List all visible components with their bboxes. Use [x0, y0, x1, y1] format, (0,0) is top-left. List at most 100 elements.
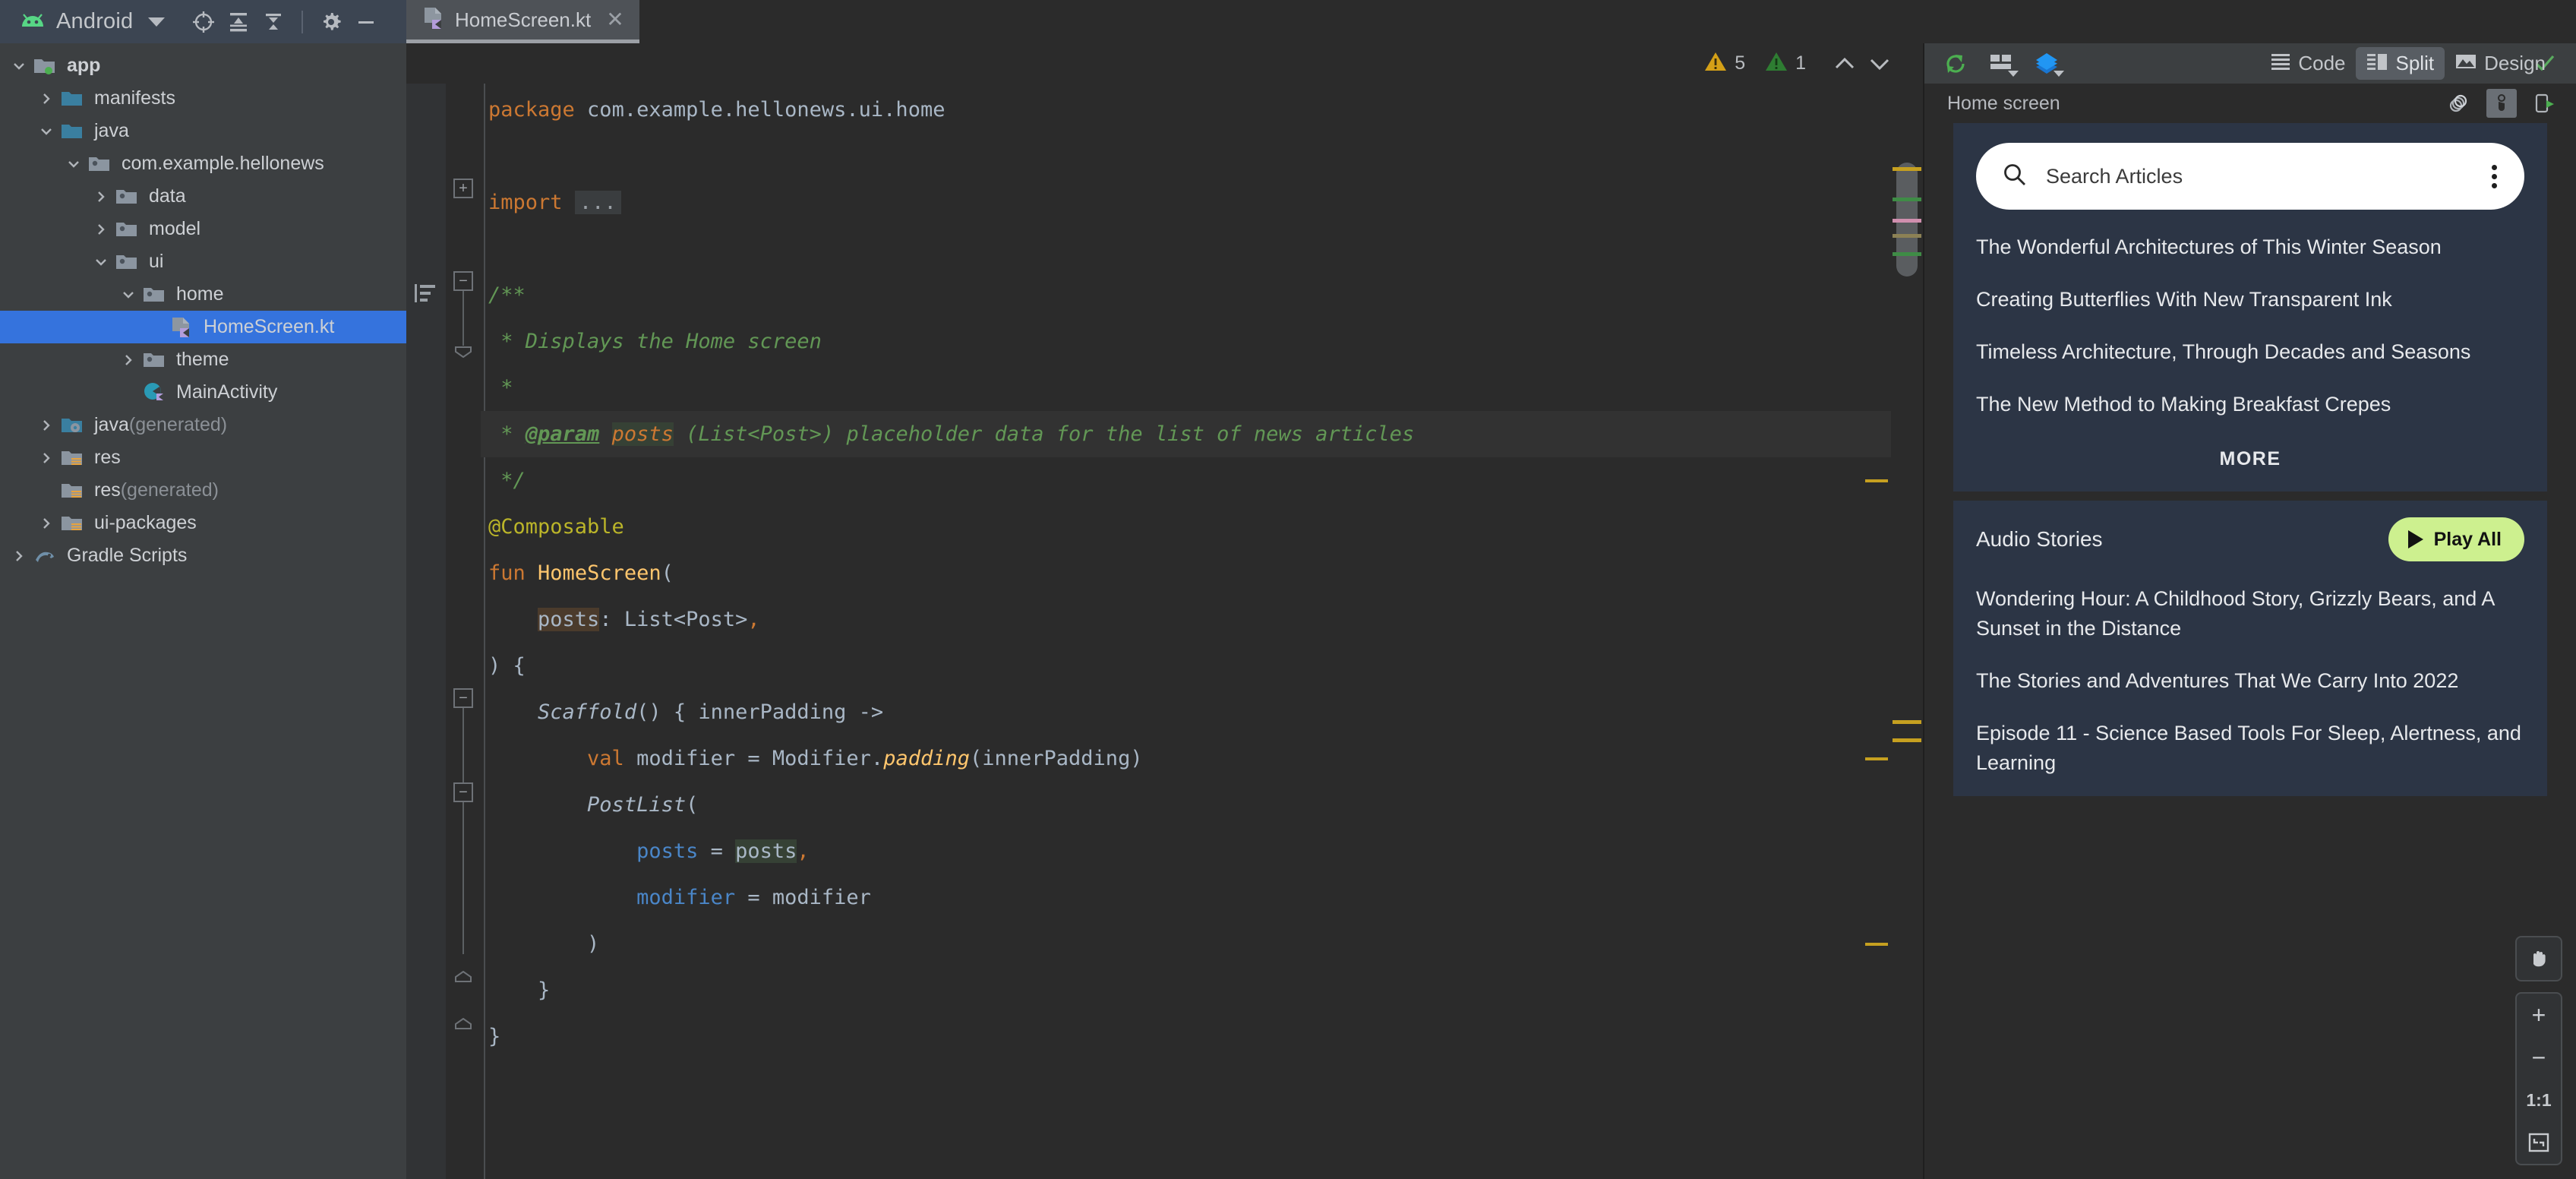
minimize-icon[interactable]	[349, 5, 384, 40]
layers-blue-icon[interactable]	[2029, 47, 2064, 81]
tree-item-manifests[interactable]: manifests	[0, 82, 406, 115]
zoom-in-button[interactable]: +	[2517, 994, 2561, 1036]
module-folder-icon	[32, 56, 58, 76]
folder-blue-icon	[59, 89, 85, 109]
android-studio-window: Android HomeScreen.kt ✕ Code Split Desig…	[0, 0, 2576, 1179]
chevron-down-icon[interactable]	[88, 254, 114, 270]
tree-item-res[interactable]: res (generated)	[0, 474, 406, 507]
chevron-down-icon[interactable]	[33, 124, 59, 139]
kebab-menu-icon[interactable]	[2486, 162, 2503, 191]
audio-story-item[interactable]: Wondering Hour: A Childhood Story, Grizz…	[1976, 584, 2524, 643]
multi-preview-icon[interactable]	[2444, 89, 2474, 118]
stripe-marker-warning	[1893, 167, 1921, 171]
chevron-right-icon[interactable]	[88, 189, 114, 204]
kotlin-class-icon	[141, 381, 167, 404]
chevron-down-icon[interactable]	[148, 17, 166, 27]
tree-item-ui-packages[interactable]: ui-packages	[0, 507, 406, 539]
fold-toggle-lambda[interactable]: −	[453, 782, 473, 802]
tab-homescreen-kt[interactable]: HomeScreen.kt ✕	[406, 0, 639, 43]
project-tree-panel[interactable]: app manifests java com.example.hellonews dat…	[0, 43, 406, 1179]
chevron-right-icon[interactable]	[33, 450, 59, 466]
project-panel-toolbar: Android	[0, 0, 406, 43]
tree-item-app[interactable]: app	[0, 49, 406, 82]
play-all-button[interactable]: Play All	[2388, 517, 2524, 561]
audio-stories-title: Audio Stories	[1976, 527, 2103, 551]
chevron-down-icon[interactable]	[1862, 49, 1897, 79]
close-icon[interactable]: ✕	[606, 9, 623, 30]
toolbar-divider	[301, 10, 304, 33]
view-mode-design[interactable]: Design	[2445, 47, 2556, 80]
tree-item-theme[interactable]: theme	[0, 343, 406, 376]
audio-story-item[interactable]: The Stories and Adventures That We Carry…	[1976, 666, 2524, 696]
warning-indicators[interactable]: 5 1	[1704, 51, 1818, 76]
play-all-label: Play All	[2433, 528, 2502, 550]
run-on-device-icon[interactable]	[2529, 89, 2559, 118]
tree-item-ui[interactable]: ui	[0, 245, 406, 278]
code-line: fun HomeScreen(	[488, 561, 674, 585]
tree-item-mainactivity[interactable]: MainActivity	[0, 376, 406, 409]
view-mode-code[interactable]: Code	[2260, 47, 2356, 80]
chevron-right-icon[interactable]	[33, 91, 59, 106]
expand-all-icon[interactable]	[221, 5, 256, 40]
tree-item-label: ui-packages	[94, 512, 197, 533]
interactive-mode-icon[interactable]	[2486, 89, 2517, 118]
fold-end-kdoc-icon	[454, 346, 472, 362]
chevron-down-icon[interactable]	[61, 156, 87, 172]
tree-item-suffix: (generated)	[128, 414, 228, 435]
code-line: package com.example.hellonews.ui.home	[488, 98, 945, 122]
editor-fold-gutter[interactable]: + − − −	[446, 84, 481, 1179]
hand-pan-icon[interactable]	[2517, 937, 2561, 980]
zoom-buttons-box: + − 1:1	[2515, 992, 2562, 1165]
fit-to-screen-icon[interactable]	[2517, 1121, 2561, 1164]
refresh-green-icon[interactable]	[1938, 47, 1973, 81]
more-button[interactable]: MORE	[2220, 448, 2281, 469]
article-item[interactable]: The New Method to Making Breakfast Crepe…	[1976, 390, 2524, 419]
gear-icon[interactable]	[314, 5, 349, 40]
tree-item-homescreen-kt[interactable]: HomeScreen.kt	[0, 311, 406, 343]
chevron-right-icon[interactable]	[33, 516, 59, 531]
fold-end-function-icon	[454, 1017, 472, 1034]
tree-item-com-example-hellonews[interactable]: com.example.hellonews	[0, 147, 406, 180]
article-item[interactable]: Creating Butterflies With New Transparen…	[1976, 285, 2524, 315]
tree-item-label: ui	[149, 251, 164, 272]
chevron-down-icon[interactable]	[115, 287, 141, 302]
tree-item-data[interactable]: data	[0, 180, 406, 213]
chevron-right-icon[interactable]	[115, 352, 141, 368]
tree-item-model[interactable]: model	[0, 213, 406, 245]
article-item[interactable]: The Wonderful Architectures of This Wint…	[1976, 232, 2524, 262]
tree-item-java[interactable]: java (generated)	[0, 409, 406, 441]
actual-size-button[interactable]: 1:1	[2517, 1079, 2561, 1121]
collapse-all-icon[interactable]	[256, 5, 291, 40]
article-item[interactable]: Timeless Architecture, Through Decades a…	[1976, 337, 2524, 367]
chevron-up-icon[interactable]	[1827, 49, 1862, 79]
search-bar[interactable]: Search Articles	[1976, 143, 2524, 210]
view-mode-split[interactable]: Split	[2356, 47, 2445, 80]
editor-error-stripe[interactable]	[1891, 84, 1923, 1179]
code-line: Scaffold() { innerPadding ->	[481, 689, 1891, 760]
editor-left-gutter[interactable]	[406, 84, 446, 1179]
fold-toggle-function[interactable]: −	[453, 688, 473, 708]
fold-toggle-kdoc[interactable]: −	[453, 271, 473, 291]
tree-item-home[interactable]: home	[0, 278, 406, 311]
code-text-area[interactable]: package com.example.hellonews.ui.home im…	[481, 84, 1891, 1179]
chevron-down-icon[interactable]	[6, 58, 32, 74]
target-locate-icon[interactable]	[186, 5, 221, 40]
chevron-right-icon[interactable]	[88, 222, 114, 237]
layout-grid-icon[interactable]	[1984, 47, 2019, 81]
package-folder-icon	[114, 252, 140, 272]
tree-item-label: app	[67, 55, 101, 76]
fold-toggle-import[interactable]: +	[453, 179, 473, 198]
tree-item-label: java	[94, 120, 129, 141]
preview-canvas[interactable]: Search Articles The Wonderful Architectu…	[1924, 123, 2576, 1179]
code-line: modifier = modifier	[481, 874, 1891, 946]
search-input[interactable]: Search Articles	[2046, 165, 2467, 188]
preview-header: Home screen	[1924, 84, 2576, 123]
tree-item-gradle-scripts[interactable]: Gradle Scripts	[0, 539, 406, 572]
tree-item-java[interactable]: java	[0, 115, 406, 147]
audio-story-item[interactable]: Episode 11 - Science Based Tools For Sle…	[1976, 719, 2524, 778]
tree-item-res[interactable]: res	[0, 441, 406, 474]
zoom-out-button[interactable]: −	[2517, 1036, 2561, 1079]
chevron-right-icon[interactable]	[33, 418, 59, 433]
chevron-right-icon[interactable]	[6, 548, 32, 564]
